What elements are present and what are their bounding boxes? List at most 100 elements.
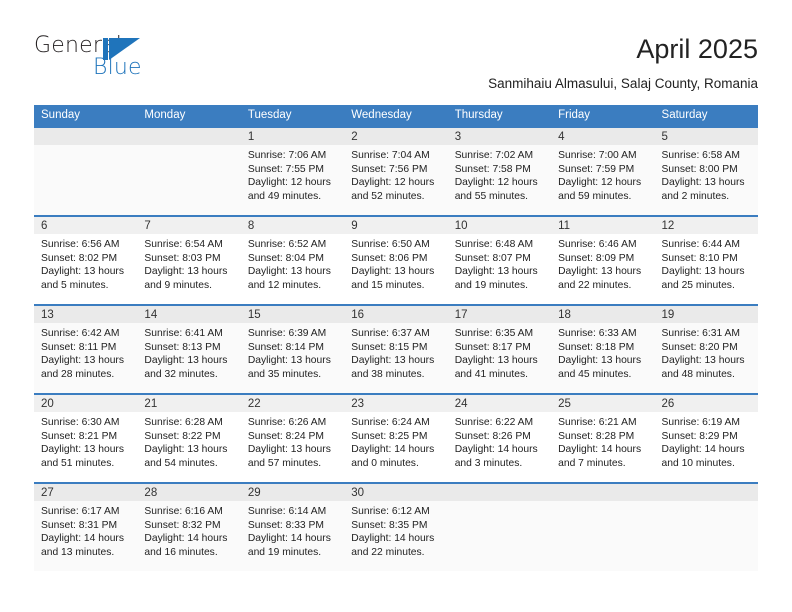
calendar-day-cell[interactable]: 24 Sunrise: 6:22 AM Sunset: 8:26 PM Dayligh… [447,393,552,483]
calendar-day-cell[interactable]: 16 Sunrise: 6:37 AM Sunset: 8:15 PM Dayligh… [344,304,448,394]
day-daylight2-text: and 22 minutes. [558,279,632,291]
day-sunset-text: Sunset: 8:02 PM [41,252,118,264]
calendar-day-cell[interactable]: 23 Sunrise: 6:24 AM Sunset: 8:25 PM Dayligh… [344,393,448,483]
day-details: Sunrise: 6:48 AM Sunset: 8:07 PM Daylight:… [448,234,551,292]
day-daylight2-text: and 15 minutes. [351,279,425,291]
day-daylight1-text: Daylight: 12 hours [247,177,331,189]
calendar-day-cell[interactable] [447,482,552,571]
day-cell-inner: 30 Sunrise: 6:12 AM Sunset: 8:35 PM Dayligh… [344,484,448,571]
day-sunrise-text: Sunrise: 7:02 AM [454,150,534,161]
calendar-day-cell[interactable]: 15 Sunrise: 6:39 AM Sunset: 8:14 PM Dayligh… [240,304,345,394]
day-details: Sunrise: 6:12 AM Sunset: 8:35 PM Daylight:… [344,501,447,559]
day-cell-inner: 19 Sunrise: 6:31 AM Sunset: 8:20 PM Dayligh… [654,306,758,393]
calendar-day-cell[interactable]: 30 Sunrise: 6:12 AM Sunset: 8:35 PM Dayligh… [344,482,448,571]
calendar-day-cell[interactable]: 10 Sunrise: 6:48 AM Sunset: 8:07 PM Dayligh… [447,215,552,305]
day-number: 9 [344,217,448,234]
day-number [447,484,552,501]
calendar-day-cell[interactable]: 6 Sunrise: 6:56 AM Sunset: 8:02 PM Daylight… [34,215,138,305]
weekday-header-tuesday: Tuesday [240,105,345,127]
day-number: 18 [551,306,655,323]
day-daylight2-text: and 25 minutes. [661,279,735,291]
day-sunrise-text: Sunrise: 6:41 AM [144,328,223,339]
day-daylight1-text: Daylight: 14 hours [41,533,124,545]
day-details: Sunrise: 6:37 AM Sunset: 8:15 PM Daylight:… [344,323,447,381]
weekday-header-wednesday: Wednesday [344,105,448,127]
day-sunrise-text: Sunrise: 6:44 AM [661,239,740,250]
day-cell-inner: 17 Sunrise: 6:35 AM Sunset: 8:17 PM Dayligh… [447,306,552,393]
calendar-day-cell[interactable]: 13 Sunrise: 6:42 AM Sunset: 8:11 PM Dayligh… [34,304,138,394]
day-daylight2-text: and 7 minutes. [558,457,626,469]
calendar-day-cell[interactable]: 12 Sunrise: 6:44 AM Sunset: 8:10 PM Dayligh… [654,215,758,305]
calendar-day-cell[interactable]: 7 Sunrise: 6:54 AM Sunset: 8:03 PM Daylight… [137,215,241,305]
day-daylight2-text: and 38 minutes. [351,368,425,380]
day-number: 1 [240,128,345,145]
weekday-header-sunday: Sunday [34,105,138,127]
day-daylight2-text: and 32 minutes. [144,368,218,380]
calendar-day-cell[interactable]: 3 Sunrise: 7:02 AM Sunset: 7:58 PM Daylight… [447,126,552,216]
day-number: 28 [137,484,241,501]
day-number: 3 [447,128,552,145]
logo-text-blue: Blue [93,55,142,80]
day-sunset-text: Sunset: 8:03 PM [144,252,221,264]
day-daylight2-text: and 9 minutes. [144,279,212,291]
day-sunrise-text: Sunrise: 6:33 AM [558,328,637,339]
calendar-day-cell[interactable]: 19 Sunrise: 6:31 AM Sunset: 8:20 PM Dayligh… [654,304,758,394]
calendar-day-cell[interactable] [654,482,758,571]
day-daylight2-text: and 48 minutes. [661,368,735,380]
calendar-day-cell[interactable]: 11 Sunrise: 6:46 AM Sunset: 8:09 PM Dayligh… [551,215,655,305]
day-sunset-text: Sunset: 8:22 PM [144,430,221,442]
calendar-day-cell[interactable]: 1 Sunrise: 7:06 AM Sunset: 7:55 PM Daylight… [240,126,345,216]
calendar-day-cell[interactable]: 18 Sunrise: 6:33 AM Sunset: 8:18 PM Dayligh… [551,304,655,394]
day-cell-inner [137,128,241,215]
day-cell-inner: 16 Sunrise: 6:37 AM Sunset: 8:15 PM Dayligh… [344,306,448,393]
calendar-day-cell[interactable]: 29 Sunrise: 6:14 AM Sunset: 8:33 PM Dayligh… [240,482,345,571]
calendar-day-cell[interactable]: 26 Sunrise: 6:19 AM Sunset: 8:29 PM Dayligh… [654,393,758,483]
day-daylight2-text: and 12 minutes. [247,279,322,291]
day-details: Sunrise: 6:17 AM Sunset: 8:31 PM Daylight:… [34,501,137,559]
day-cell-inner: 27 Sunrise: 6:17 AM Sunset: 8:31 PM Dayligh… [34,484,138,571]
day-number: 17 [447,306,552,323]
calendar-week-row: 20 Sunrise: 6:30 AM Sunset: 8:21 PM Dayligh… [34,393,758,483]
day-daylight2-text: and 57 minutes. [247,457,322,469]
day-cell-inner: 4 Sunrise: 7:00 AM Sunset: 7:59 PM Daylight… [551,128,655,215]
calendar-day-cell[interactable]: 28 Sunrise: 6:16 AM Sunset: 8:32 PM Dayligh… [137,482,241,571]
calendar-day-cell[interactable]: 17 Sunrise: 6:35 AM Sunset: 8:17 PM Dayligh… [447,304,552,394]
weekday-header-saturday: Saturday [654,105,758,127]
day-daylight1-text: Daylight: 13 hours [41,266,124,278]
calendar-day-cell[interactable]: 22 Sunrise: 6:26 AM Sunset: 8:24 PM Dayligh… [240,393,345,483]
calendar-day-cell[interactable] [34,126,138,216]
day-daylight1-text: Daylight: 13 hours [247,444,331,456]
day-details: Sunrise: 6:26 AM Sunset: 8:24 PM Daylight:… [241,412,344,470]
calendar-day-cell[interactable] [551,482,655,571]
day-number: 23 [344,395,448,412]
day-daylight1-text: Daylight: 14 hours [351,533,435,545]
day-sunset-text: Sunset: 8:29 PM [661,430,738,442]
calendar-day-cell[interactable]: 5 Sunrise: 6:58 AM Sunset: 8:00 PM Daylight… [654,126,758,216]
day-sunset-text: Sunset: 8:24 PM [247,430,324,442]
day-sunset-text: Sunset: 8:17 PM [454,341,531,353]
calendar-day-cell[interactable]: 20 Sunrise: 6:30 AM Sunset: 8:21 PM Dayligh… [34,393,138,483]
day-daylight1-text: Daylight: 12 hours [558,177,642,189]
calendar-day-cell[interactable]: 21 Sunrise: 6:28 AM Sunset: 8:22 PM Dayligh… [137,393,241,483]
day-daylight2-text: and 51 minutes. [41,457,115,469]
day-daylight2-text: and 0 minutes. [351,457,419,469]
calendar-day-cell[interactable]: 14 Sunrise: 6:41 AM Sunset: 8:13 PM Dayligh… [137,304,241,394]
day-cell-inner: 15 Sunrise: 6:39 AM Sunset: 8:14 PM Dayligh… [240,306,345,393]
calendar-page: General Blue April 2025 Sanmihaiu Almasu… [0,0,792,612]
day-daylight2-text: and 45 minutes. [558,368,632,380]
calendar-day-cell[interactable]: 8 Sunrise: 6:52 AM Sunset: 8:04 PM Daylight… [240,215,345,305]
calendar-day-cell[interactable]: 9 Sunrise: 6:50 AM Sunset: 8:06 PM Daylight… [344,215,448,305]
day-daylight1-text: Daylight: 13 hours [661,177,745,189]
day-number: 20 [34,395,138,412]
calendar-day-cell[interactable]: 2 Sunrise: 7:04 AM Sunset: 7:56 PM Daylight… [344,126,448,216]
calendar-day-cell[interactable]: 27 Sunrise: 6:17 AM Sunset: 8:31 PM Dayligh… [34,482,138,571]
day-daylight2-text: and 28 minutes. [41,368,115,380]
day-number: 10 [447,217,552,234]
day-daylight2-text: and 5 minutes. [41,279,109,291]
calendar-day-cell[interactable] [137,126,241,216]
calendar-day-cell[interactable]: 25 Sunrise: 6:21 AM Sunset: 8:28 PM Dayligh… [551,393,655,483]
weekday-header-thursday: Thursday [447,105,552,127]
day-daylight1-text: Daylight: 13 hours [351,355,435,367]
calendar-day-cell[interactable]: 4 Sunrise: 7:00 AM Sunset: 7:59 PM Daylight… [551,126,655,216]
calendar-week-row: 1 Sunrise: 7:06 AM Sunset: 7:55 PM Daylight… [34,126,758,216]
